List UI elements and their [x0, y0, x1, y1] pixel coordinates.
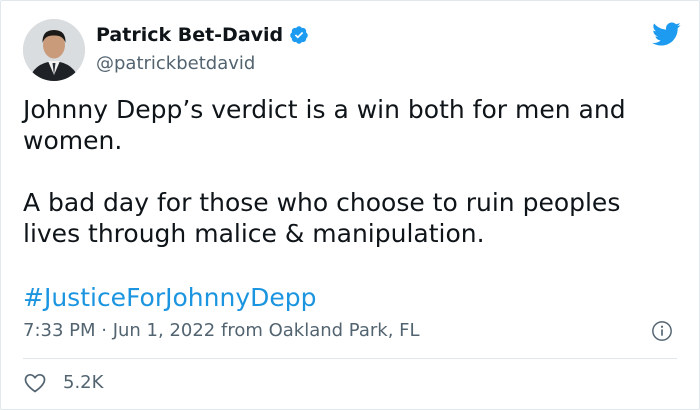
verified-badge-icon [290, 26, 308, 44]
twitter-bird-icon[interactable] [649, 19, 683, 49]
avatar-image [23, 19, 85, 81]
tweet-paragraph: A bad day for those who choose to ruin p… [23, 188, 621, 248]
heart-icon[interactable] [23, 371, 47, 395]
hashtag-link[interactable]: #JusticeForJohnnyDepp [23, 282, 317, 313]
tweet-paragraph: Johnny Depp’s verdict is a win both for … [23, 95, 626, 155]
tweet-meta: 7:33 PM · Jun 1, 2022 from Oakland Park,… [23, 319, 420, 343]
divider [23, 358, 677, 359]
engagement-bar: 5.2K [23, 371, 103, 395]
avatar[interactable] [23, 19, 85, 81]
display-name[interactable]: Patrick Bet-David [96, 23, 283, 47]
meta-separator: · [95, 320, 113, 341]
user-handle[interactable]: @patrickbetdavid [96, 52, 255, 76]
like-count[interactable]: 5.2K [63, 371, 103, 395]
tweet-location: from Oakland Park, FL [215, 320, 420, 341]
tweet-card: Patrick Bet-David @patrickbetdavid Johnn… [0, 0, 700, 410]
info-icon[interactable] [651, 320, 673, 342]
tweet-time[interactable]: 7:33 PM [23, 319, 96, 343]
tweet-header: Patrick Bet-David @patrickbetdavid [23, 19, 683, 83]
tweet-date[interactable]: Jun 1, 2022 [113, 319, 216, 343]
tweet-text: Johnny Depp’s verdict is a win both for … [23, 94, 679, 249]
name-row: Patrick Bet-David [96, 23, 309, 47]
